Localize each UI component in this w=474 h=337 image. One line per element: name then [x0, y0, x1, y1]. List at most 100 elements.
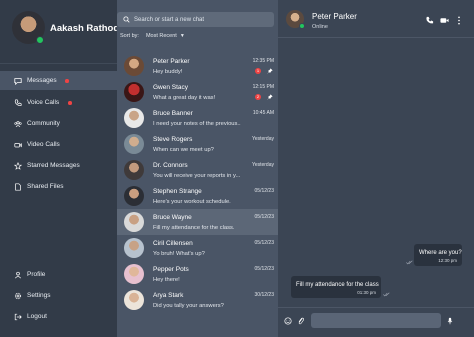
microphone-icon[interactable] — [446, 317, 454, 325]
search-placeholder: Search or start a new chat — [134, 16, 205, 23]
sidebar-item-profile[interactable]: Profile — [0, 265, 117, 284]
chat-time: 12:15 PM — [252, 84, 274, 90]
sidebar-item-label: Community — [27, 120, 60, 127]
unread-badge: 2 — [255, 94, 261, 100]
pin-icon — [267, 94, 273, 100]
chat-name: Stephen Strange — [153, 188, 202, 195]
message-text: Where are you? — [419, 250, 462, 256]
online-indicator — [299, 23, 305, 29]
sidebar-item-label: Messages — [27, 77, 57, 84]
chat-name: Bruce Wayne — [153, 214, 192, 221]
chat-item-gwen-stacy[interactable]: Gwen Stacy What a great day it was! 12:1… — [117, 79, 278, 105]
chat-name: Peter Parker — [153, 58, 190, 65]
pin-icon — [267, 68, 273, 74]
chat-item-arya-stark[interactable]: Arya Stark Did you tally your answers? 3… — [117, 287, 278, 313]
chat-time: 12:35 PM — [252, 58, 274, 64]
avatar — [124, 238, 144, 258]
user-icon — [14, 271, 22, 278]
chat-time: 05/12/23 — [254, 188, 274, 194]
gear-icon — [14, 292, 22, 299]
message-incoming[interactable]: Fill my attendance for the class 01:30 p… — [291, 276, 381, 298]
search-input[interactable]: Search or start a new chat — [117, 12, 274, 27]
sidebar-item-settings[interactable]: Settings — [0, 286, 117, 305]
emoji-icon[interactable] — [284, 317, 292, 325]
chat-name: Steve Rogers — [153, 136, 193, 143]
chat-name: Gwen Stacy — [153, 84, 189, 91]
avatar — [124, 186, 144, 206]
chat-preview: Did you tally your answers? — [153, 303, 224, 309]
sidebar-item-label: Shared Files — [27, 183, 64, 190]
sidebar-item-logout[interactable]: Logout — [0, 307, 117, 326]
message-input[interactable] — [311, 313, 441, 328]
attachment-icon[interactable] — [297, 317, 305, 325]
read-receipt-icon — [383, 292, 390, 297]
star-icon — [14, 161, 22, 170]
avatar — [124, 212, 144, 232]
sidebar-item-starred-messages[interactable]: Starred Messages — [0, 156, 117, 175]
sidebar-divider — [0, 63, 117, 64]
sidebar-item-label: Video Calls — [27, 141, 60, 148]
chat-preview: What a great day it was! — [153, 95, 216, 101]
contact-status: Online — [312, 24, 328, 30]
read-receipt-icon — [406, 260, 413, 265]
messages-icon — [14, 77, 22, 85]
video-icon[interactable] — [440, 16, 449, 25]
chat-time: 10:45 AM — [252, 110, 274, 116]
message-time: 12:30 pm — [438, 258, 457, 263]
chat-preview: When can we meet up? — [153, 147, 214, 153]
video-icon — [14, 142, 22, 147]
chat-item-dr-connors[interactable]: Dr. Connors You will receive your report… — [117, 157, 278, 183]
phone-icon[interactable] — [425, 16, 434, 25]
file-icon — [15, 182, 21, 191]
avatar — [124, 134, 144, 154]
avatar — [124, 82, 144, 102]
chevron-down-icon: ▼ — [179, 33, 185, 39]
chat-name: Arya Stark — [153, 292, 184, 299]
chat-item-steve-rogers[interactable]: Steve Rogers When can we meet up? Yester… — [117, 131, 278, 157]
unread-dot — [68, 101, 72, 105]
chat-preview: Hey there! — [153, 277, 180, 283]
avatar — [124, 56, 144, 76]
avatar — [124, 264, 144, 284]
chat-time: 05/12/23 — [254, 214, 274, 220]
chat-time: Yesterday — [251, 136, 274, 142]
sidebar-item-label: Voice Calls — [27, 99, 60, 106]
avatar — [124, 108, 144, 128]
chat-item-peter-parker[interactable]: Peter Parker Hey buddy! 12:35 PM 1 — [117, 53, 278, 79]
search-icon — [123, 16, 130, 23]
chat-preview: Here's your workout schedule. — [153, 199, 231, 205]
chat-name: Dr. Connors — [153, 162, 188, 169]
profile-name: Aakash Rathod — [50, 23, 120, 34]
sidebar-item-shared-files[interactable]: Shared Files — [0, 177, 117, 196]
chat-time: 30/12/23 — [254, 292, 274, 298]
chat-item-bruce-banner[interactable]: Bruce Banner I need your notes of the pr… — [117, 105, 278, 131]
chat-name: Pepper Pots — [153, 266, 189, 273]
sidebar-item-voice-calls[interactable]: Voice Calls — [0, 93, 117, 112]
chat-item-stephen-strange[interactable]: Stephen Strange Here's your workout sche… — [117, 183, 278, 209]
sort-value: Most Recent — [145, 33, 177, 39]
chat-item-bruce-wayne[interactable]: Bruce Wayne Fill my attendance for the c… — [117, 209, 278, 235]
sidebar-item-video-calls[interactable]: Video Calls — [0, 135, 117, 154]
more-options-icon[interactable] — [456, 16, 462, 25]
message-outgoing[interactable]: Where are you? 12:30 pm — [414, 244, 462, 266]
sort-control[interactable]: Sort by: Most Recent ▼ — [120, 33, 185, 39]
chat-item-ciril-cillensen[interactable]: Ciril Cillensen Yo bruh! What's up? 05/1… — [117, 235, 278, 261]
chat-name: Ciril Cillensen — [153, 240, 193, 247]
chat-time: Yesterday — [251, 162, 274, 168]
sort-label: Sort by: — [120, 33, 139, 39]
chat-preview: Hey buddy! — [153, 69, 183, 75]
online-indicator — [36, 36, 44, 44]
logout-icon — [14, 313, 22, 320]
sidebar-item-label: Settings — [27, 292, 51, 299]
contact-name: Peter Parker — [312, 12, 357, 21]
sidebar-item-community[interactable]: Community — [0, 114, 117, 133]
chat-item-pepper-pots[interactable]: Pepper Pots Hey there! 05/12/23 — [117, 261, 278, 287]
community-icon — [14, 120, 22, 127]
chat-name: Bruce Banner — [153, 110, 193, 117]
message-text: Fill my attendance for the class — [296, 282, 379, 288]
unread-badge: 1 — [255, 68, 261, 74]
chat-preview: Fill my attendance for the class. — [153, 225, 235, 231]
avatar — [124, 160, 144, 180]
sidebar-item-messages[interactable]: Messages — [0, 71, 117, 90]
messaging-app: Aakash Rathod Messages Voice Calls Commu… — [0, 0, 474, 337]
